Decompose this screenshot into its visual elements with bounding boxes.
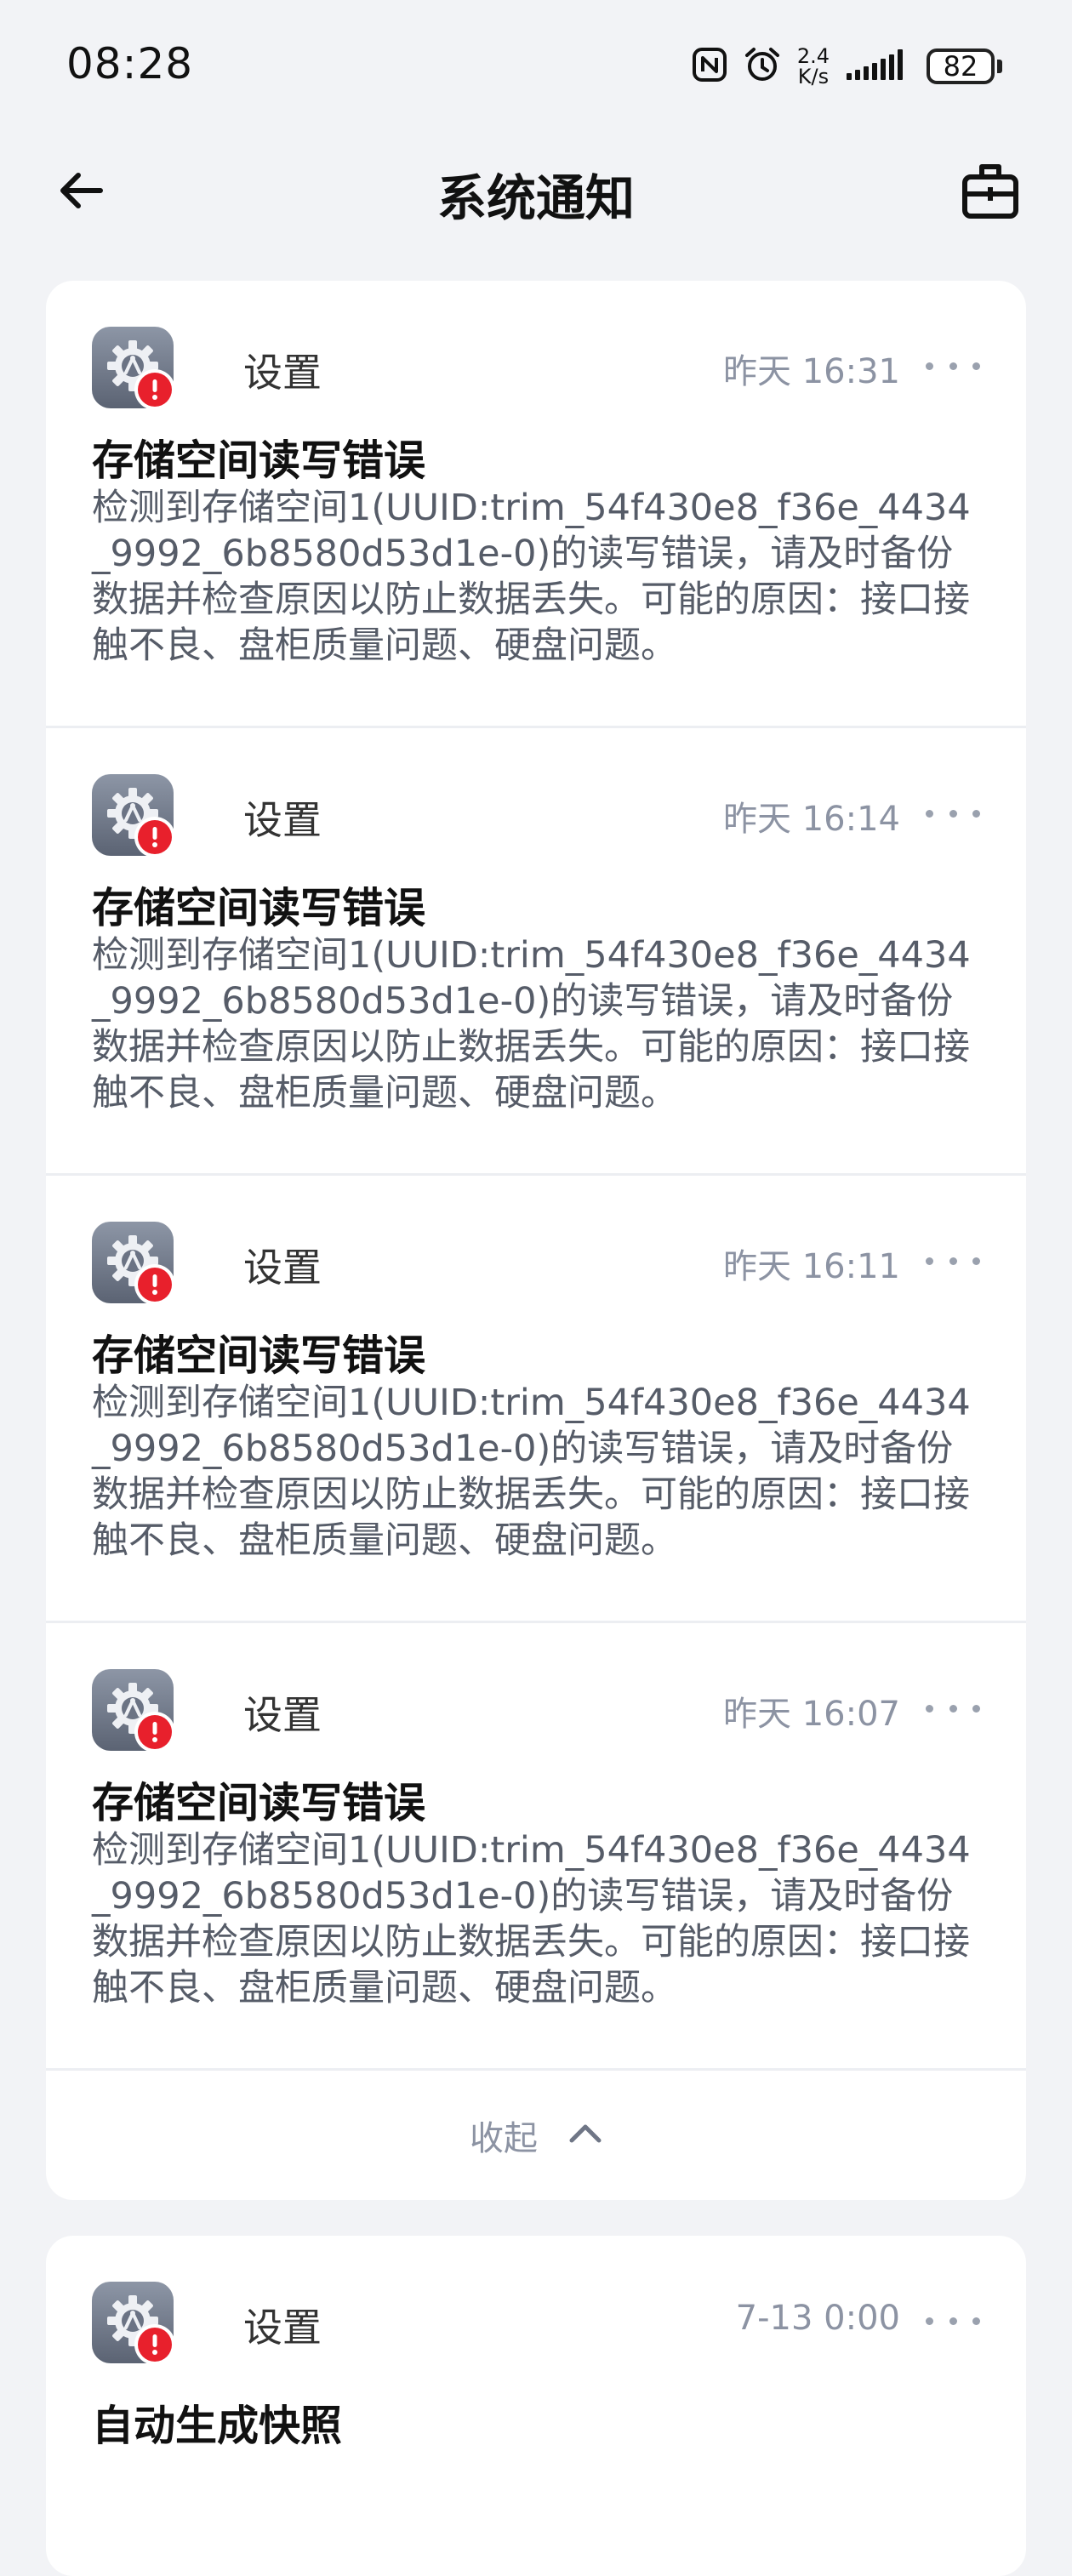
notification-body: 检测到存储空间1(UUID:trim_54f430e8_f36e_4434_99…: [92, 1382, 971, 1562]
network-speed: 2.4 K/s: [797, 46, 830, 87]
settings-gear-icon: [92, 1669, 174, 1751]
notification-body: 检测到存储空间1(UUID:trim_54f430e8_f36e_4434_99…: [92, 487, 971, 667]
battery-level: 82: [927, 48, 995, 84]
speed-value: 2.4: [796, 44, 830, 68]
notification-title: 存储空间读写错误: [92, 1331, 426, 1380]
more-dots-icon: [926, 362, 933, 370]
page-title: 系统通知: [436, 169, 635, 227]
notification-card: 设置 7-13 0:00 自动生成快照: [46, 2236, 1026, 2576]
battery-indicator: 82: [927, 48, 1002, 84]
notification-header: 设置 昨天 16:14: [92, 774, 980, 859]
app-name: 设置: [243, 1245, 322, 1291]
more-dots-icon: [972, 1704, 980, 1713]
app-name: 设置: [243, 797, 322, 843]
notification-item[interactable]: 设置 昨天 16:07 存储空间读写错误 检测到存储空间1(UUID:trim_…: [46, 1623, 1026, 2071]
notification-header: 设置 昨天 16:07: [92, 1669, 980, 1754]
signal-icon: [845, 48, 911, 85]
notification-time: 7-13 0:00: [735, 2299, 900, 2338]
battery-tip: [997, 60, 1002, 73]
more-dots-icon: [949, 362, 957, 370]
more-dots-icon: [949, 1704, 957, 1713]
notification-title: 自动生成快照: [92, 2402, 343, 2450]
app-name: 设置: [243, 2305, 322, 2351]
more-dots-icon: [926, 809, 933, 818]
app-name: 设置: [243, 1692, 322, 1738]
notification-body: 检测到存储空间1(UUID:trim_54f430e8_f36e_4434_99…: [92, 934, 971, 1114]
app-name: 设置: [243, 350, 322, 396]
more-button[interactable]: [926, 1244, 980, 1278]
more-dots-icon: [926, 1257, 933, 1265]
notification-item[interactable]: 设置 7-13 0:00 自动生成快照: [46, 2236, 1026, 2576]
notification-time: 昨天 16:14: [723, 800, 900, 839]
more-dots-icon: [926, 1704, 933, 1713]
more-button[interactable]: [926, 796, 980, 830]
notification-body: 检测到存储空间1(UUID:trim_54f430e8_f36e_4434_99…: [92, 1829, 971, 2009]
settings-gear-icon: [92, 774, 174, 856]
notification-title: 存储空间读写错误: [92, 884, 426, 932]
notification-item[interactable]: 设置 昨天 16:14 存储空间读写错误 检测到存储空间1(UUID:trim_…: [46, 728, 1026, 1176]
header: 系统通知: [0, 128, 1072, 255]
settings-gear-icon: [92, 1222, 174, 1303]
more-dots-icon: [972, 809, 980, 818]
nfc-icon: [692, 47, 727, 86]
collapse-label: 收起: [470, 2119, 538, 2158]
notification-time: 昨天 16:31: [723, 352, 900, 391]
notification-time: 昨天 16:07: [723, 1695, 900, 1734]
more-dots-icon: [972, 2317, 980, 2325]
more-button[interactable]: [926, 1691, 980, 1725]
notification-header: 设置 昨天 16:31: [92, 327, 980, 412]
more-button[interactable]: [926, 349, 980, 383]
collapse-button[interactable]: 收起: [46, 2071, 1026, 2200]
status-time: 08:28: [66, 39, 194, 88]
status-bar: 08:28 2.4 K/s 82: [0, 0, 1072, 128]
speed-unit: K/s: [797, 65, 830, 88]
notification-item[interactable]: 设置 昨天 16:31 存储空间读写错误 检测到存储空间1(UUID:trim_…: [46, 281, 1026, 728]
status-icons: 2.4 K/s 82: [692, 41, 1002, 92]
notification-header: 设置 昨天 16:11: [92, 1222, 980, 1307]
notification-header: 设置 7-13 0:00: [92, 2282, 980, 2367]
more-dots-icon: [949, 809, 957, 818]
settings-gear-icon: [92, 327, 174, 408]
more-dots-icon: [949, 1257, 957, 1265]
chevron-up-icon: [568, 2122, 602, 2149]
settings-gear-icon: [92, 2282, 174, 2363]
more-dots-icon: [972, 1257, 980, 1265]
more-dots-icon: [926, 2317, 933, 2325]
clear-all-icon: [960, 162, 1021, 226]
more-dots-icon: [949, 2317, 957, 2325]
notification-title: 存储空间读写错误: [92, 436, 426, 485]
more-button[interactable]: [926, 2304, 980, 2338]
clear-all-button[interactable]: [956, 160, 1024, 228]
notification-title: 存储空间读写错误: [92, 1779, 426, 1827]
notification-time: 昨天 16:11: [723, 1247, 900, 1286]
notification-item[interactable]: 设置 昨天 16:11 存储空间读写错误 检测到存储空间1(UUID:trim_…: [46, 1176, 1026, 1623]
alarm-icon: [743, 45, 782, 88]
notification-group: 设置 昨天 16:31 存储空间读写错误 检测到存储空间1(UUID:trim_…: [46, 281, 1026, 2200]
more-dots-icon: [972, 362, 980, 370]
